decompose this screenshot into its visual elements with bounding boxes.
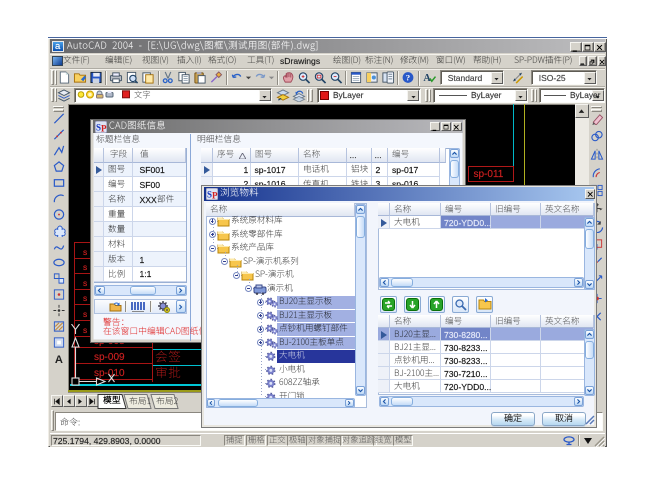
svg-text:P: P bbox=[212, 190, 218, 200]
svg-text:?: ? bbox=[406, 72, 410, 82]
svg-text:P: P bbox=[101, 123, 107, 133]
svg-text:A: A bbox=[54, 354, 62, 365]
